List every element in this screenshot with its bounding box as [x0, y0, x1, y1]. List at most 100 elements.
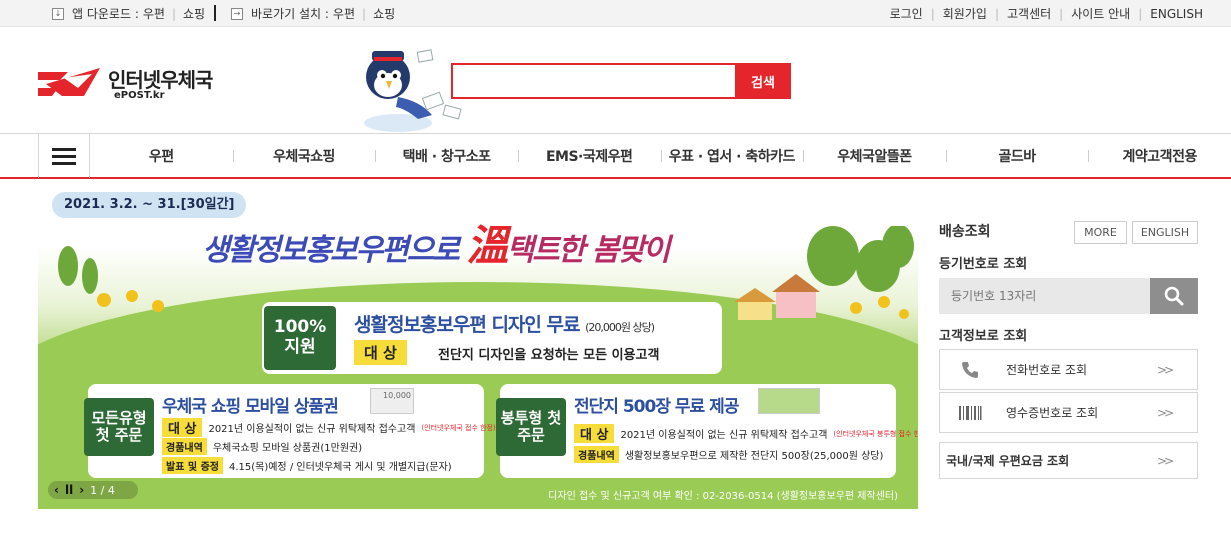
logo[interactable]: 인터넷우체국 ePOST.kr: [38, 64, 228, 104]
header: 인터넷우체국 ePOST.kr 검색: [0, 27, 1231, 133]
banner-headline: 생활정보홍보우편으로 溫택트한 봄맞이: [202, 212, 671, 273]
headline-part-b: 溫: [466, 221, 508, 270]
right-row-target-label: 대 상: [574, 424, 615, 443]
nav-item-ems[interactable]: EMS·국제우편: [517, 134, 661, 178]
app-download-group: ↓ 앱 다운로드 : 우편 | 쇼핑: [52, 5, 205, 22]
nav-item-post[interactable]: 우편: [90, 134, 233, 178]
registry-label: 등기번호로 조회: [939, 257, 1028, 272]
shortcut-icon: →: [231, 7, 243, 20]
chevron-right-icon: >>: [1157, 405, 1174, 420]
nav-item-goldbar[interactable]: 골드바: [945, 134, 1089, 178]
nav-item-mobile[interactable]: 우체국알뜰폰: [803, 134, 946, 178]
main-offer-tag: 100% 지원: [264, 306, 336, 370]
left-row-prize: 경품내역 우체국쇼핑 모바일 상품권(1만원권): [162, 438, 362, 455]
divider: |: [930, 6, 935, 21]
right-row-target-text: 2021년 이용실적이 없는 신규 위탁제작 접수고객: [620, 430, 828, 441]
receipt-lookup-label: 영수증번호로 조회: [1006, 406, 1099, 420]
left-row-announce-label: 발표 및 증정: [162, 457, 223, 474]
shopping-voucher-card: 모든유형 첫 주문 우체국 쇼핑 모바일 상품권 10,000 대 상 2021…: [84, 384, 496, 478]
nav-item-stamps[interactable]: 우표 · 엽서 · 축하카드: [660, 134, 804, 178]
right-row-prize-text: 생활정보홍보우편으로 제작한 전단지 500장(25,000원 상당): [624, 451, 884, 462]
main-target-text: 전단지 디자인을 요청하는 모든 이용고객: [438, 348, 660, 363]
shortcut-link-shop[interactable]: 쇼핑: [373, 5, 395, 22]
slide-counter: 1 / 4: [90, 483, 115, 497]
main-navigation: 우편 우체국쇼핑 택배 · 창구소포 EMS·국제우편 우표 · 엽서 · 축하…: [0, 133, 1231, 179]
app-link-shop[interactable]: 쇼핑: [183, 5, 205, 22]
divider: [214, 5, 216, 21]
postage-rate-item[interactable]: 국내/국제 우편요금 조회 >>: [939, 442, 1198, 479]
divider: |: [1138, 6, 1143, 21]
utility-bar: ↓ 앱 다운로드 : 우편 | 쇼핑 → 바로가기 설치 : 우편 | 쇼핑 로…: [0, 0, 1231, 27]
phone-lookup-item[interactable]: 전화번호로 조회 >>: [939, 349, 1198, 390]
site-guide-link[interactable]: 사이트 안내: [1067, 5, 1134, 22]
left-row-target-note: (인터넷우체국 접수 한정): [421, 423, 496, 432]
slider-controls: ‹ ll › 1 / 4: [48, 481, 138, 499]
search-button[interactable]: 검색: [735, 63, 791, 99]
left-row-target: 대 상 2021년 이용실적이 없는 신규 위탁제작 접수고객 (인터넷우체국 …: [162, 418, 496, 437]
right-row-target: 대 상 2021년 이용실적이 없는 신규 위탁제작 접수고객 (인터넷우체국 …: [574, 424, 918, 443]
left-card-title: 우체국 쇼핑 모바일 상품권: [162, 397, 339, 417]
right-row-prize-label: 경품내역: [574, 446, 619, 463]
util-right-links: 로그인 | 회원가입 | 고객센터 | 사이트 안내 | ENGLISH: [886, 5, 1207, 22]
prev-slide-icon[interactable]: ‹: [54, 483, 59, 497]
nav-item-shopping[interactable]: 우체국쇼핑: [232, 134, 376, 178]
signup-link[interactable]: 회원가입: [939, 5, 991, 22]
main-offer-title: 생활정보홍보우편 디자인 무료 (20,000원 상당): [354, 310, 655, 337]
more-button[interactable]: MORE: [1074, 221, 1127, 244]
chevron-right-icon: >>: [1157, 362, 1174, 377]
receipt-lookup-item[interactable]: 영수증번호로 조회 >>: [939, 392, 1198, 433]
english-link[interactable]: ENGLISH: [1146, 7, 1207, 21]
all-menu-button[interactable]: [38, 134, 90, 178]
divider: |: [362, 6, 367, 21]
left-row-target-label: 대 상: [162, 418, 203, 437]
left-row-prize-label: 경품내역: [162, 438, 207, 455]
logo-name: 인터넷우체국: [108, 68, 213, 92]
postage-rate-label: 국내/국제 우편요금 조회: [946, 454, 1070, 468]
app-download-label: 앱 다운로드 :: [72, 7, 139, 21]
shortcut-label: 바로가기 설치 :: [251, 7, 329, 21]
search-icon: [1164, 286, 1184, 306]
phone-lookup-label: 전화번호로 조회: [1006, 363, 1088, 377]
search-input[interactable]: [451, 63, 735, 99]
pause-icon[interactable]: ll: [65, 483, 73, 497]
left-row-announce-text: 4.15(목)예정 / 인터넷우체국 게시 및 개별지급(문자): [228, 462, 452, 473]
hamburger-icon: [52, 154, 76, 158]
voucher-thumbnail: 10,000: [370, 388, 414, 414]
main-target-label: 대 상: [354, 340, 407, 365]
divider: |: [994, 6, 999, 21]
headline-part-c: 택트한 봄맞이: [506, 233, 670, 268]
divider: |: [1059, 6, 1064, 21]
support-link[interactable]: 고객센터: [1003, 5, 1055, 22]
left-card-tag: 모든유형 첫 주문: [84, 398, 154, 456]
app-link-post[interactable]: 우편: [143, 5, 165, 22]
flyer-offer-card: 봉투형 첫 주문 전단지 500장 무료 제공 대 상 2021년 이용실적이 …: [496, 384, 918, 478]
phone-icon: [940, 360, 1000, 380]
registry-number-input[interactable]: [939, 278, 1150, 314]
left-row-announce: 발표 및 증정 4.15(목)예정 / 인터넷우체국 게시 및 개별지급(문자): [162, 457, 452, 474]
panel-title: 배송조회: [939, 224, 991, 240]
main-offer-title-text: 생활정보홍보우편 디자인 무료: [354, 314, 580, 336]
search-bar: 검색: [451, 63, 791, 99]
shortcut-link-post[interactable]: 우편: [333, 5, 355, 22]
shortcut-group: → 바로가기 설치 : 우편 | 쇼핑: [231, 5, 395, 22]
promo-banner[interactable]: 2021. 3.2. ~ 31.[30일간] 생활정보홍보우편으로 溫택트한 봄…: [38, 186, 918, 509]
login-link[interactable]: 로그인: [886, 5, 927, 22]
flyer-thumbnail: [758, 388, 820, 414]
right-row-prize: 경품내역 생활정보홍보우편으로 제작한 전단지 500장(25,000원 상당): [574, 446, 883, 463]
epost-logo-icon: [38, 68, 100, 96]
main-offer-title-note: (20,000원 상당): [585, 321, 655, 334]
right-row-target-note: (인터넷우체국 봉투형 접수 한정): [833, 429, 918, 438]
main-offer-card: 100% 지원 생활정보홍보우편 디자인 무료 (20,000원 상당) 대 상…: [262, 302, 722, 374]
english-tracking-button[interactable]: ENGLISH: [1132, 221, 1198, 244]
nav-item-contract[interactable]: 계약고객전용: [1088, 134, 1231, 178]
nav-item-parcel[interactable]: 택배 · 창구소포: [375, 134, 518, 178]
registry-search-button[interactable]: [1150, 278, 1198, 314]
right-card-tag: 봉투형 첫 주문: [496, 398, 566, 456]
registry-search: [939, 278, 1198, 314]
left-row-prize-text: 우체국쇼핑 모바일 상품권(1만원권): [212, 443, 363, 454]
next-slide-icon[interactable]: ›: [79, 483, 84, 497]
divider: |: [171, 6, 177, 21]
left-row-target-text: 2021년 이용실적이 없는 신규 위탁제작 접수고객: [208, 424, 416, 435]
logo-sub: ePOST.kr: [114, 90, 165, 101]
right-card-title: 전단지 500장 무료 제공: [574, 397, 739, 417]
